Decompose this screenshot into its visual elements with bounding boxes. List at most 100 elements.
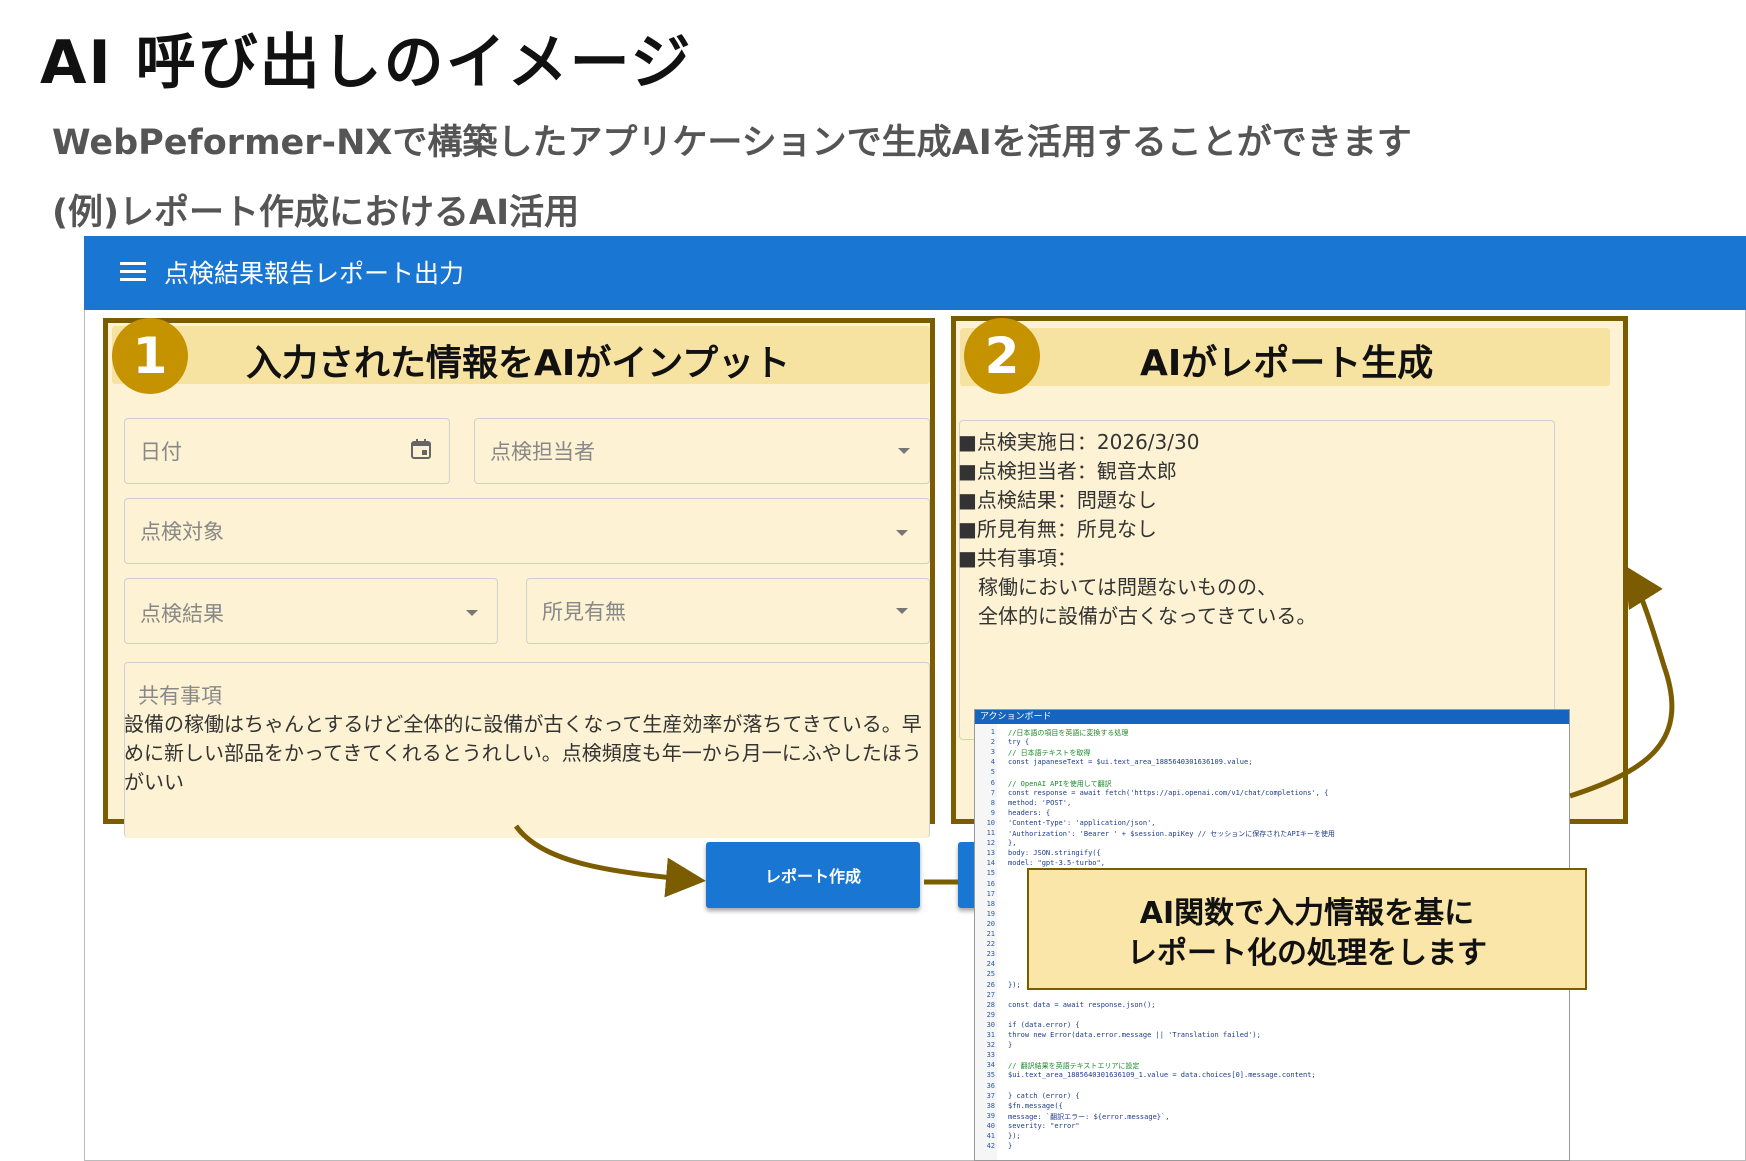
inspection-target-select[interactable] <box>124 498 930 564</box>
step-1-label: 入力された情報をAIがインプット <box>246 343 791 384</box>
code-line: headers: { <box>1008 808 1051 817</box>
inspection-target-label: 点検対象 <box>140 520 224 544</box>
code-line-number: 7 <box>990 788 995 797</box>
inspector-select-label: 点検担当者 <box>490 440 595 464</box>
code-line: // OpenAI APIを使用して翻訳 <box>1008 779 1112 788</box>
chevron-down-icon[interactable] <box>898 448 910 454</box>
code-line: //日本語の項目を英語に変換する処理 <box>1008 729 1129 737</box>
code-line: method: 'POST', <box>1008 798 1072 807</box>
code-line-number: 8 <box>990 798 995 807</box>
code-line-number: 31 <box>986 1031 995 1039</box>
code-line-number: 38 <box>986 1101 995 1110</box>
code-line-number: 13 <box>986 849 995 858</box>
inspection-result-label: 点検結果 <box>140 602 224 626</box>
code-line-number: 3 <box>990 748 995 757</box>
code-line: $ui.text_area_1885640301636109_1.value =… <box>1008 1071 1316 1080</box>
code-line: const response = await fetch('https://ap… <box>1008 788 1329 797</box>
code-line: $fn.message({ <box>1008 1101 1063 1110</box>
slide-subtitle: WebPeformer-NXで構築したアプリケーションで生成AIを活用することが… <box>52 123 1412 163</box>
code-line-number: 37 <box>986 1091 995 1100</box>
code-line-number: 9 <box>990 808 995 817</box>
code-line-number: 22 <box>986 940 995 949</box>
step-1-number-badge: 1 <box>112 318 188 394</box>
date-field-label: 日付 <box>140 440 182 464</box>
code-line-number: 40 <box>986 1121 995 1130</box>
code-line-number: 2 <box>990 738 995 747</box>
callout-text-line-2: レポート化の処理をします <box>1127 936 1487 971</box>
hamburger-menu-icon[interactable] <box>120 262 146 282</box>
code-line: if (data.error) { <box>1008 1020 1080 1029</box>
code-line-number: 1 <box>990 728 995 736</box>
code-line: severity: "error" <box>1008 1121 1080 1130</box>
code-line-number: 27 <box>986 990 995 999</box>
step-2-number-badge: 2 <box>964 318 1040 394</box>
code-line-number: 20 <box>986 919 995 928</box>
code-line: body: JSON.stringify({ <box>1008 849 1101 858</box>
code-line: 'Content-Type': 'application/json', <box>1008 818 1156 827</box>
calendar-icon[interactable] <box>410 438 432 460</box>
code-line: const data = await response.json(); <box>1008 1000 1156 1009</box>
code-line: } <box>1008 1041 1013 1050</box>
code-line-number: 34 <box>986 1061 995 1070</box>
code-line-number: 16 <box>986 879 995 888</box>
report-line: ■共有事項： <box>958 546 1077 570</box>
code-line-number: 28 <box>986 1000 995 1009</box>
code-line-number: 42 <box>986 1142 995 1151</box>
slide-example-caption: (例)レポート作成におけるAI活用 <box>52 193 580 233</box>
code-line-number: 17 <box>986 889 995 898</box>
step-2-label: AIがレポート生成 <box>1140 343 1434 384</box>
report-line: ■点検担当者：観音太郎 <box>958 459 1177 483</box>
create-report-button[interactable]: レポート作成 <box>706 842 920 908</box>
generated-report-text: ■点検実施日：2026/3/30 ■点検担当者：観音太郎 ■点検結果：問題なし … <box>958 428 1316 631</box>
report-line: 稼働においては問題ないものの、 <box>958 575 1277 599</box>
chevron-down-icon[interactable] <box>896 608 908 614</box>
code-line-number: 26 <box>986 980 995 989</box>
code-line: // 翻訳結果を英語テキストエリアに設定 <box>1008 1062 1140 1071</box>
action-board-title: アクションボード <box>980 712 1052 722</box>
code-line-number: 25 <box>986 970 995 979</box>
code-line-number: 35 <box>986 1071 995 1080</box>
shared-notes-label: 共有事項 <box>138 684 222 708</box>
report-line: ■点検実施日：2026/3/30 <box>958 430 1200 454</box>
app-title: 点検結果報告レポート出力 <box>164 259 465 288</box>
code-line: // 日本語テキストを取得 <box>1008 749 1091 758</box>
code-line-number: 33 <box>986 1051 995 1060</box>
code-line-number: 41 <box>986 1132 995 1140</box>
code-line-number: 14 <box>986 859 995 868</box>
action-board-titlebar <box>975 710 1569 724</box>
code-line-number: 18 <box>986 899 995 908</box>
code-line-number: 39 <box>986 1111 995 1120</box>
code-line: }, <box>1008 839 1017 848</box>
code-line-number: 21 <box>986 930 995 938</box>
code-line: } <box>1008 1142 1013 1151</box>
slide-title: AI 呼び出しのイメージ <box>40 28 693 98</box>
code-line: const japaneseText = $ui.text_area_18856… <box>1008 758 1253 767</box>
code-line-number: 24 <box>986 960 995 969</box>
code-line-number: 12 <box>986 839 995 848</box>
code-line-number: 4 <box>990 758 995 767</box>
code-line-number: 36 <box>986 1081 995 1090</box>
shared-notes-value[interactable]: 設備の稼働はちゃんとするけど全体的に設備が古くなって生産効率が落ちてきている。早… <box>124 710 924 797</box>
report-line: ■点検結果：問題なし <box>958 488 1157 512</box>
callout-text-line-1: AI関数で入力情報を基に <box>1139 896 1475 931</box>
code-line: } catch (error) { <box>1008 1091 1080 1100</box>
code-line-number: 10 <box>986 818 995 827</box>
code-line-number: 32 <box>986 1041 995 1050</box>
code-line-number: 23 <box>986 950 995 959</box>
code-line: 'Authorization': 'Bearer ' + $session.ap… <box>1008 830 1335 838</box>
code-line-number: 11 <box>986 829 995 837</box>
code-line: throw new Error(data.error.message || 'T… <box>1008 1031 1261 1039</box>
code-line-number: 29 <box>986 1010 995 1019</box>
report-line: ■所見有無：所見なし <box>958 517 1157 541</box>
code-line: message: `翻訳エラー: ${error.message}`, <box>1008 1112 1170 1121</box>
code-line: }); <box>1008 1132 1021 1140</box>
chevron-down-icon[interactable] <box>466 610 478 616</box>
code-line: model: "gpt-3.5-turbo", <box>1008 859 1105 868</box>
code-line-number: 6 <box>990 778 995 787</box>
findings-select-label: 所見有無 <box>542 600 626 624</box>
report-line: 全体的に設備が古くなってきている。 <box>958 604 1317 628</box>
code-line-number: 5 <box>990 768 995 777</box>
chevron-down-icon[interactable] <box>896 530 908 536</box>
code-line-number: 19 <box>986 909 995 918</box>
code-line: try { <box>1008 738 1030 747</box>
